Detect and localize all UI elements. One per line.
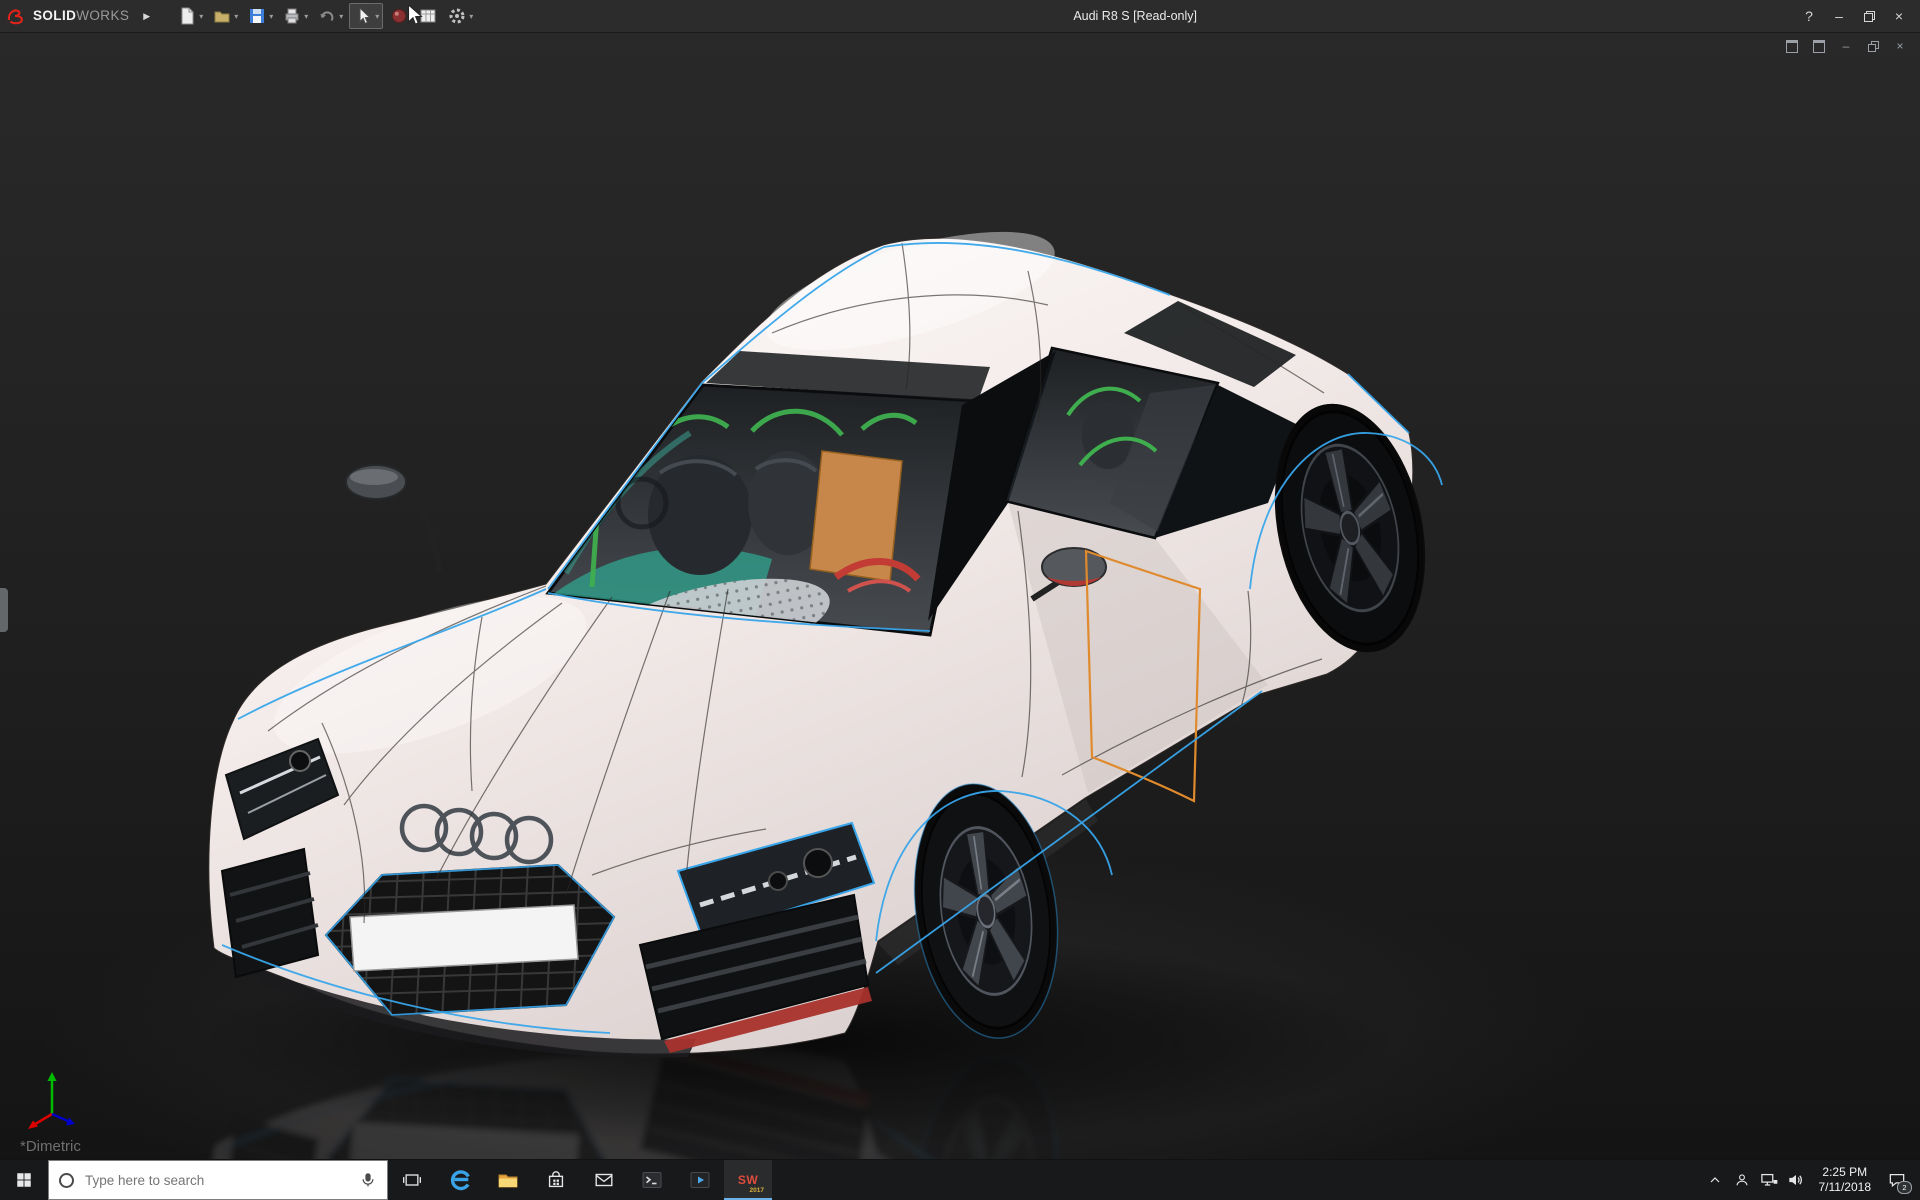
dropdown-caret-icon[interactable]: ▾ bbox=[234, 12, 238, 21]
edge-icon bbox=[450, 1170, 470, 1191]
solidworks-titlebar: SOLIDWORKS ▶ ▾ ▾ ▾ ▾ ▾ ▾ ▾ Audi R8 S [Re… bbox=[0, 0, 1920, 33]
hidden-icons-button[interactable] bbox=[1702, 1160, 1729, 1200]
window-title: Audi R8 S [Read-only] bbox=[1073, 9, 1197, 23]
new-document-icon bbox=[181, 7, 194, 25]
dassault-systemes-logo bbox=[7, 9, 23, 25]
help-button[interactable]: ? bbox=[1794, 0, 1824, 32]
minimize-button[interactable]: – bbox=[1824, 0, 1854, 32]
menu-flyout-arrow-icon[interactable]: ▶ bbox=[137, 11, 160, 22]
dropdown-caret-icon[interactable]: ▾ bbox=[199, 12, 203, 21]
options-button[interactable]: ▾ bbox=[444, 4, 476, 28]
task-view-icon bbox=[403, 1174, 421, 1186]
people-icon bbox=[1736, 1174, 1748, 1186]
solidworks-icon-year: 2017 bbox=[749, 1187, 764, 1194]
document-window-controls: – × bbox=[1784, 38, 1908, 54]
save-icon bbox=[250, 9, 265, 23]
open-button[interactable]: ▾ bbox=[209, 4, 241, 28]
doc-pane-icon-2[interactable] bbox=[1811, 38, 1827, 54]
select-tool-button[interactable]: ▾ bbox=[349, 3, 384, 29]
quick-access-toolbar: ▾ ▾ ▾ ▾ ▾ ▾ ▾ bbox=[174, 3, 476, 29]
brand-text-light: WORKS bbox=[76, 8, 130, 23]
restore-icon bbox=[1863, 10, 1875, 22]
notification-badge: 2 bbox=[1897, 1181, 1912, 1194]
store-icon bbox=[548, 1171, 564, 1188]
dropdown-caret-icon[interactable]: ▾ bbox=[469, 12, 473, 21]
solidworks-brand: SOLIDWORKS bbox=[0, 6, 137, 26]
solidworks-app-button[interactable]: SW 2017 bbox=[724, 1160, 772, 1200]
open-icon bbox=[214, 11, 230, 23]
media-app-button[interactable] bbox=[676, 1160, 724, 1200]
taskbar-search[interactable] bbox=[48, 1160, 388, 1200]
options-gear-icon bbox=[449, 8, 465, 24]
system-tray: 2:25 PM 7/11/2018 2 bbox=[1702, 1160, 1920, 1200]
brand-text-bold: SOLID bbox=[33, 8, 77, 23]
print-icon bbox=[285, 8, 299, 24]
close-button[interactable]: × bbox=[1884, 0, 1914, 32]
solidworks-icon-label: SW bbox=[737, 1173, 759, 1187]
doc-minimize-icon[interactable]: – bbox=[1838, 38, 1854, 54]
console-icon bbox=[642, 1172, 662, 1188]
dropdown-caret-icon[interactable]: ▾ bbox=[304, 12, 308, 21]
store-button[interactable] bbox=[532, 1160, 580, 1200]
edge-button[interactable] bbox=[436, 1160, 484, 1200]
start-button[interactable] bbox=[0, 1160, 48, 1200]
network-icon bbox=[1761, 1173, 1778, 1186]
mouse-cursor bbox=[408, 5, 423, 25]
desktop: SOLIDWORKS ▶ ▾ ▾ ▾ ▾ ▾ ▾ ▾ Audi R8 S [Re… bbox=[0, 0, 1920, 1200]
taskbar-clock[interactable]: 2:25 PM 7/11/2018 bbox=[1810, 1165, 1881, 1195]
file-explorer-button[interactable] bbox=[484, 1160, 532, 1200]
window-controls: ? – × bbox=[1794, 0, 1920, 32]
save-button[interactable]: ▾ bbox=[244, 4, 276, 28]
undo-icon bbox=[320, 11, 334, 22]
hidden-icons-chevron-icon bbox=[1710, 1177, 1720, 1183]
graphics-area[interactable]: – × *Dimetric bbox=[0, 33, 1920, 1160]
dropdown-caret-icon[interactable]: ▾ bbox=[375, 12, 379, 21]
console-app-button[interactable] bbox=[628, 1160, 676, 1200]
view-orientation-label: *Dimetric bbox=[20, 1138, 81, 1155]
undo-button[interactable]: ▾ bbox=[314, 4, 346, 28]
new-document-button[interactable]: ▾ bbox=[174, 4, 206, 28]
volume-icon bbox=[1789, 1175, 1802, 1185]
dropdown-caret-icon[interactable]: ▾ bbox=[339, 12, 343, 21]
file-explorer-icon bbox=[498, 1174, 518, 1188]
mail-icon bbox=[595, 1173, 613, 1187]
search-input[interactable] bbox=[83, 1171, 350, 1189]
action-center-button[interactable]: 2 bbox=[1880, 1160, 1914, 1200]
select-cursor-icon bbox=[359, 6, 372, 25]
doc-restore-icon[interactable] bbox=[1865, 38, 1881, 54]
network-button[interactable] bbox=[1756, 1160, 1783, 1200]
clock-date: 7/11/2018 bbox=[1818, 1180, 1872, 1194]
search-icon bbox=[59, 1172, 74, 1188]
start-icon bbox=[17, 1173, 31, 1187]
solidworks-icon: SW 2017 bbox=[734, 1166, 764, 1194]
dropdown-caret-icon[interactable]: ▾ bbox=[269, 12, 273, 21]
model-scene[interactable] bbox=[0, 33, 1920, 1160]
volume-button[interactable] bbox=[1783, 1160, 1810, 1200]
clock-time: 2:25 PM bbox=[1822, 1165, 1868, 1179]
media-app-icon bbox=[690, 1172, 710, 1188]
featuremanager-flyout-tab[interactable] bbox=[0, 588, 8, 632]
microphone-icon[interactable] bbox=[359, 1171, 377, 1189]
doc-close-icon[interactable]: × bbox=[1892, 38, 1908, 54]
print-button[interactable]: ▾ bbox=[279, 4, 311, 28]
windows-taskbar: SW 2017 bbox=[0, 1159, 1920, 1200]
doc-pane-icon[interactable] bbox=[1784, 38, 1800, 54]
task-view-button[interactable] bbox=[388, 1160, 436, 1200]
people-button[interactable] bbox=[1729, 1160, 1756, 1200]
restore-button[interactable] bbox=[1854, 0, 1884, 32]
mail-button[interactable] bbox=[580, 1160, 628, 1200]
reference-triad-icon bbox=[28, 1072, 75, 1129]
